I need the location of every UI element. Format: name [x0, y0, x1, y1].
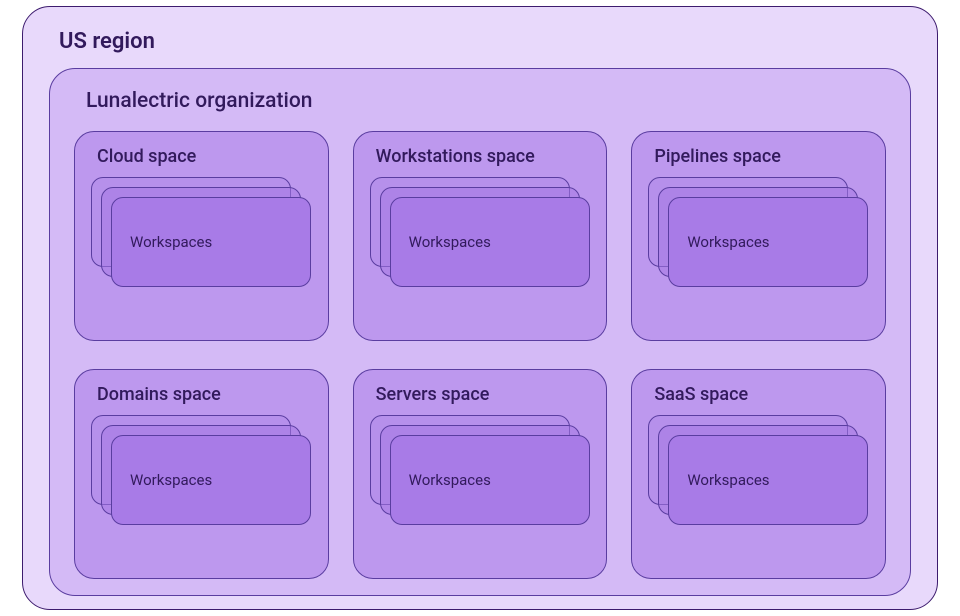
- space-servers: Servers space Workspaces: [353, 369, 608, 579]
- space-title: Cloud space: [97, 146, 312, 167]
- space-pipelines: Pipelines space Workspaces: [631, 131, 886, 341]
- region-container: US region Lunalectric organization Cloud…: [22, 6, 938, 610]
- workspace-stack: Workspaces: [91, 415, 312, 535]
- organization-container: Lunalectric organization Cloud space Wor…: [49, 68, 911, 596]
- workspace-card-front: Workspaces: [668, 435, 868, 525]
- space-saas: SaaS space Workspaces: [631, 369, 886, 579]
- workspace-card-front: Workspaces: [668, 197, 868, 287]
- workspace-stack: Workspaces: [370, 415, 591, 535]
- workspace-stack: Workspaces: [648, 177, 869, 297]
- workspace-stack: Workspaces: [648, 415, 869, 535]
- space-title: SaaS space: [654, 384, 869, 405]
- workspace-card-front: Workspaces: [390, 435, 590, 525]
- workspace-label: Workspaces: [409, 471, 491, 489]
- workspace-label: Workspaces: [409, 233, 491, 251]
- workspace-stack: Workspaces: [370, 177, 591, 297]
- space-title: Workstations space: [376, 146, 591, 167]
- workspace-label: Workspaces: [130, 471, 212, 489]
- org-title: Lunalectric organization: [86, 89, 886, 113]
- workspace-label: Workspaces: [687, 233, 769, 251]
- workspace-label: Workspaces: [687, 471, 769, 489]
- space-workstations: Workstations space Workspaces: [353, 131, 608, 341]
- workspace-stack: Workspaces: [91, 177, 312, 297]
- space-domains: Domains space Workspaces: [74, 369, 329, 579]
- space-title: Pipelines space: [654, 146, 869, 167]
- space-title: Domains space: [97, 384, 312, 405]
- region-title: US region: [59, 29, 911, 54]
- workspace-card-front: Workspaces: [390, 197, 590, 287]
- workspace-card-front: Workspaces: [111, 197, 311, 287]
- space-title: Servers space: [376, 384, 591, 405]
- spaces-grid: Cloud space Workspaces Workstations spac…: [74, 131, 886, 579]
- workspace-card-front: Workspaces: [111, 435, 311, 525]
- space-cloud: Cloud space Workspaces: [74, 131, 329, 341]
- workspace-label: Workspaces: [130, 233, 212, 251]
